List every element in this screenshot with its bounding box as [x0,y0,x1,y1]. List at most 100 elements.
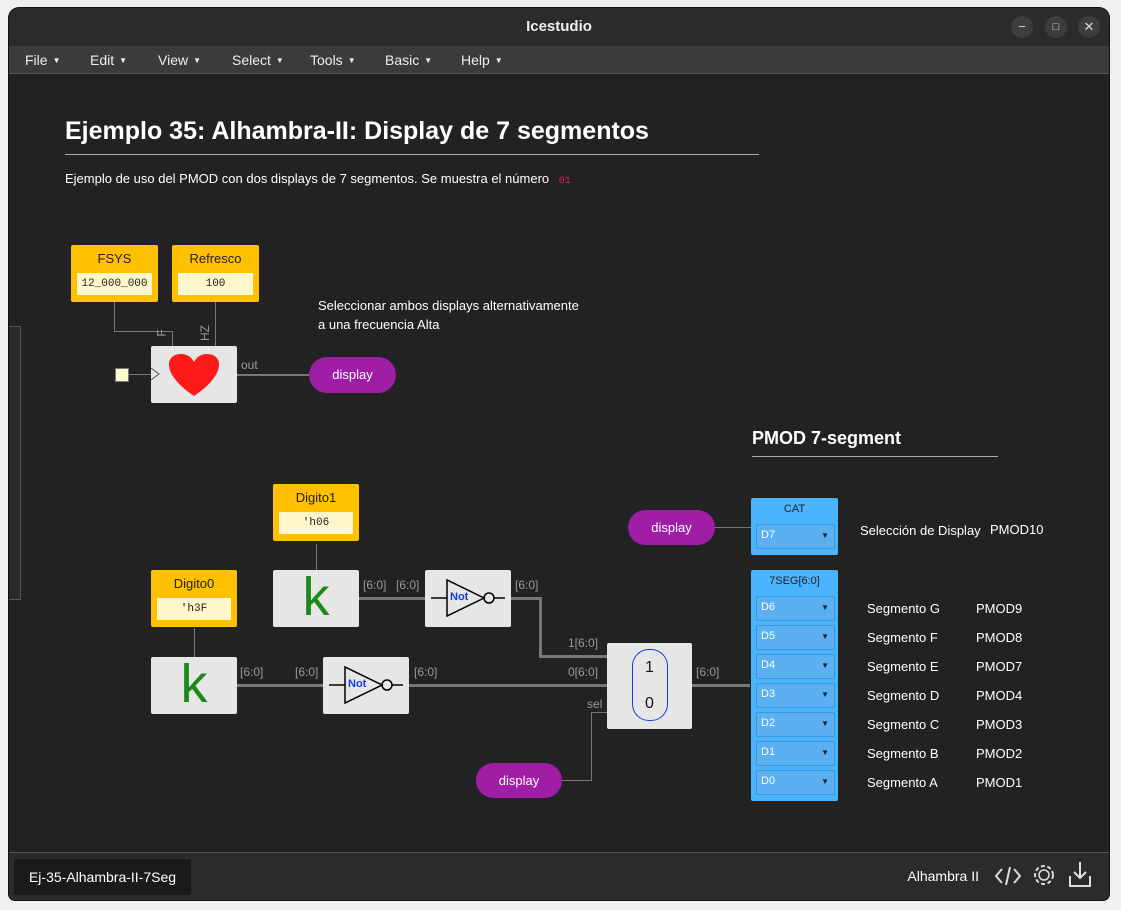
wire-heart-out [237,374,309,376]
port-hz-label: HZ [198,325,212,341]
menu-file[interactable]: File ▼ [25,52,60,68]
download-icon[interactable] [1067,859,1093,894]
chevron-down-icon: ▼ [821,661,829,670]
title-bar: Icestudio − □ ✕ [9,8,1109,46]
constant-label: Refresco [189,251,242,266]
window-title: Icestudio [526,18,592,35]
constant-digito0[interactable]: Digito0 'h3F [151,570,237,627]
constant-value[interactable]: 100 [178,273,253,295]
menu-edit[interactable]: Edit ▼ [90,52,127,68]
wire-refresco [215,302,216,346]
pin-select[interactable]: D2 ▼ [756,712,835,737]
pin-select[interactable]: D3 ▼ [756,683,835,708]
chevron-down-icon: ▼ [821,632,829,641]
constant-k-block-0[interactable]: k [151,654,237,714]
segment-pmod: PMOD8 [976,630,1023,645]
pin-value: D3 [761,688,776,700]
mux-block[interactable]: 1 0 [607,643,692,729]
segment-pmod: PMOD4 [976,688,1023,703]
menu-basic[interactable]: Basic ▼ [385,52,432,68]
menu-view[interactable]: View ▼ [158,52,201,68]
wire-heart-in [129,374,151,375]
cat-description: Selección de Display [860,523,981,538]
heart-block[interactable] [150,346,237,403]
bus-label: [6:0] [696,665,720,679]
constant-value[interactable]: 'h06 [279,512,353,534]
segment-pmod: PMOD1 [976,775,1023,790]
constant-digito1[interactable]: Digito1 'h06 [273,484,359,541]
minimize-button[interactable]: − [1011,16,1033,38]
board-name[interactable]: Alhambra II [907,868,979,884]
pin-select[interactable]: D6 ▼ [756,596,835,621]
pin-select[interactable]: D5 ▼ [756,625,835,650]
pin-select[interactable]: D0 ▼ [756,770,835,795]
segment-pmod: PMOD7 [976,659,1023,674]
maximize-button[interactable]: □ [1045,16,1067,38]
bus-mux-in0 [409,684,607,687]
project-tab[interactable]: Ej-35-Alhambra-II-7Seg [14,859,191,895]
constant-value[interactable]: 'h3F [157,598,231,620]
heart-icon [150,354,220,396]
left-dock[interactable] [9,326,21,600]
bottom-bar: Ej-35-Alhambra-II-7Seg Alhambra II [9,852,1109,900]
bus-not1-out [511,597,541,600]
segment-description: Segmento B [867,746,939,761]
output-header: 7SEG[6:0] [769,575,820,587]
settings-icon[interactable] [1030,861,1058,894]
not-label: Not [450,591,469,603]
code-icon[interactable] [994,863,1022,894]
subtitle-number: 01 [558,176,571,187]
port-out-label: out [241,358,258,372]
not-gate-0[interactable]: Not [323,657,409,714]
bus-k1-not [359,597,425,600]
bus-label: [6:0] [396,578,420,592]
k-label: k [180,654,208,714]
bus-mux-out [692,684,750,687]
mux-in0-label: 0[6:0] [568,665,599,679]
app-window: Icestudio − □ ✕ File ▼ Edit ▼ View ▼ Select… [9,8,1109,900]
menu-help[interactable]: Help ▼ [461,52,503,68]
mux-input-0: 0 [645,695,654,712]
not-gate-1[interactable]: Not [425,570,511,627]
constant-value[interactable]: 12_000_000 [77,273,152,295]
segment-description: Segmento D [867,688,940,703]
pin-value: D5 [761,630,776,642]
bus-label: [6:0] [295,665,319,679]
chevron-down-icon: ▼ [821,748,829,757]
display-output-pill[interactable]: display [309,357,396,393]
pin-select[interactable]: D1 ▼ [756,741,835,766]
title-underline [65,154,759,155]
menu-tools[interactable]: Tools ▼ [310,52,356,68]
close-button[interactable]: ✕ [1078,16,1100,38]
mux-in1-label: 1[6:0] [568,636,599,650]
input-port-square[interactable] [115,368,129,382]
segment-description: Segmento C [867,717,940,732]
display-input-pill-cat[interactable]: display [628,510,715,545]
pin-value: D2 [761,717,776,729]
constant-k-block-1[interactable]: k [273,567,359,627]
pin-value: D0 [761,775,776,787]
menu-select[interactable]: Select ▼ [232,52,284,68]
wire-sel-in [591,712,607,713]
pin-select[interactable]: D7 ▼ [756,524,835,549]
segment-description: Segmento A [867,775,938,790]
constant-refresco[interactable]: Refresco 100 [172,245,259,302]
wire-fsys-v [172,331,173,346]
segment-description: Segmento G [867,601,940,616]
output-cat[interactable]: CAT D7 ▼ [751,498,838,555]
segment-description: Segmento F [867,630,938,645]
segment-description: Segmento E [867,659,939,674]
segment-pmod: PMOD9 [976,601,1023,616]
display-input-pill-sel[interactable]: display [476,763,562,798]
comment-line-2: a una frecuencia Alta [318,317,440,332]
output-header: CAT [783,503,806,515]
chevron-down-icon: ▼ [821,531,829,540]
pmod-underline [752,456,998,457]
design-canvas[interactable]: Ejemplo 35: Alhambra-II: Display de 7 se… [9,74,1109,852]
constant-fsys[interactable]: FSYS 12_000_000 [71,245,158,302]
pin-value: D1 [761,746,776,758]
bus-label: [6:0] [240,665,264,679]
output-7seg[interactable]: 7SEG[6:0] D6 ▼ D5 ▼ D4 ▼ D3 ▼ D2 ▼ D1 ▼ D0 ▼ [751,570,838,801]
page-title: Ejemplo 35: Alhambra-II: Display de 7 se… [65,117,649,145]
pin-select[interactable]: D4 ▼ [756,654,835,679]
